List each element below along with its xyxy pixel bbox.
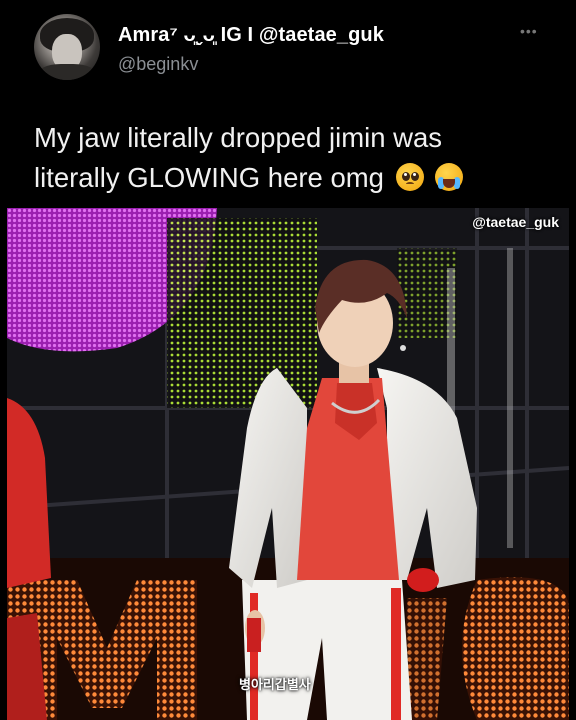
tweet-media-photo[interactable]: @taetae_guk 병아리갑별사 (7, 208, 569, 720)
tweet-text-line-2-words: literally GLOWING here omg (34, 162, 384, 193)
loudly-crying-face-emoji (435, 163, 464, 191)
user-handle[interactable]: @beginkv (118, 54, 198, 75)
tweet-header: Amra⁷ ᴗ͈ˬᴗ͈ IG I @taetae_guk @beginkv ••… (0, 0, 576, 110)
display-name[interactable]: Amra⁷ ᴗ͈ˬᴗ͈ IG I @taetae_guk (118, 24, 384, 47)
avatar[interactable] (34, 14, 100, 80)
tweet-text-line-1: My jaw literally dropped jimin was (34, 122, 443, 153)
tweet-text-line-2: literally GLOWING here omg (34, 158, 554, 198)
tweet-text: My jaw literally dropped jimin was liter… (34, 118, 554, 198)
more-horizontal-icon[interactable]: ••• (520, 24, 542, 38)
media-caption: 병아리갑별사 (239, 678, 311, 693)
pleading-face-emoji (395, 163, 424, 191)
concert-photo (7, 208, 569, 720)
avatar-body (36, 64, 98, 80)
media-watermark: @taetae_guk (472, 214, 559, 230)
